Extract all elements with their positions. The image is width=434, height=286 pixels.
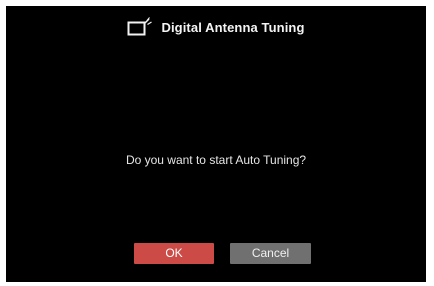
dialog-header: Digital Antenna Tuning — [6, 16, 426, 38]
tv-antenna-icon — [127, 17, 153, 37]
cancel-button[interactable]: Cancel — [230, 243, 311, 264]
dialog-title: Digital Antenna Tuning — [161, 19, 305, 35]
tuning-dialog-screen: Digital Antenna Tuning Do you want to st… — [6, 6, 426, 282]
ok-button[interactable]: OK — [134, 243, 214, 264]
dialog-message: Do you want to start Auto Tuning? — [125, 153, 307, 167]
